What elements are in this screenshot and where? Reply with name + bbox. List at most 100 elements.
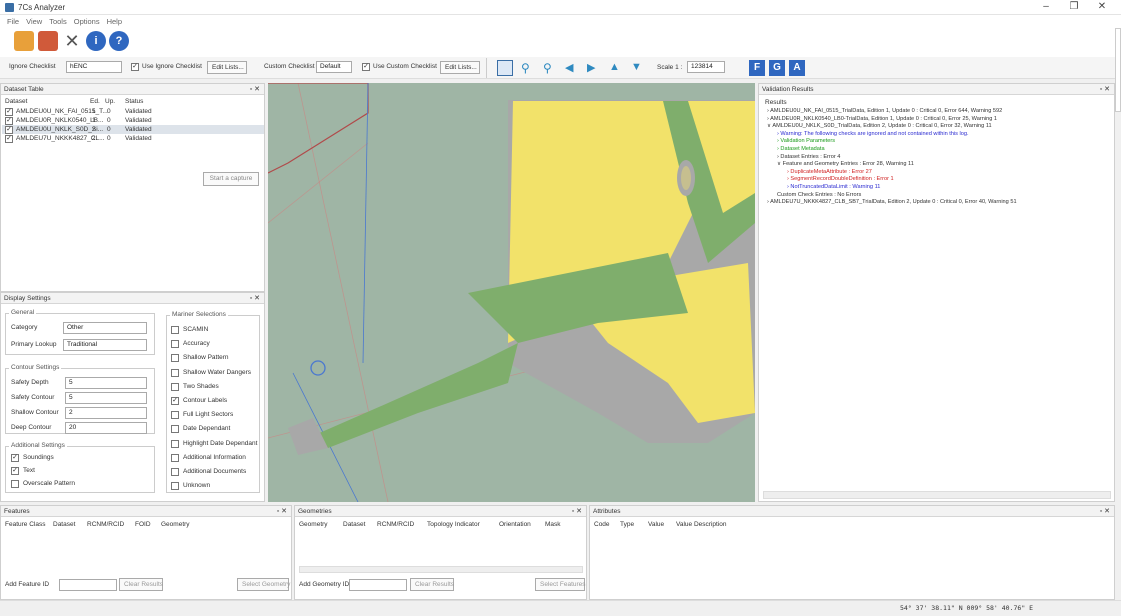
col-orientation[interactable]: Orientation: [499, 521, 531, 528]
results-root[interactable]: Results: [765, 99, 787, 106]
col-geometry[interactable]: Geometry: [161, 521, 190, 528]
mariner-option-checkbox[interactable]: [171, 453, 179, 462]
contour-field-input[interactable]: 5: [65, 377, 147, 389]
display-base-button[interactable]: F: [749, 60, 765, 76]
display-all-button[interactable]: A: [789, 60, 805, 76]
col-dataset[interactable]: Dataset: [343, 521, 365, 528]
col-feature-class[interactable]: Feature Class: [5, 521, 45, 528]
pan-left-icon[interactable]: ◀: [565, 61, 573, 74]
validation-result-item[interactable]: › AMLDEU0R_NKLK0540_LB0-TrialData, Editi…: [767, 116, 997, 122]
col-type[interactable]: Type: [620, 521, 634, 528]
col-dataset[interactable]: Dataset: [5, 98, 27, 105]
mariner-option-checkbox[interactable]: [171, 326, 179, 334]
col-code[interactable]: Code: [594, 521, 610, 528]
col-geometry[interactable]: Geometry: [299, 521, 328, 528]
pan-up-icon[interactable]: ▲: [609, 61, 620, 73]
clear-results-button[interactable]: Clear Results: [410, 578, 454, 591]
col-status[interactable]: Status: [125, 98, 143, 105]
tools-icon[interactable]: ✕: [62, 31, 82, 51]
help-icon[interactable]: ?: [109, 31, 129, 51]
dataset-name[interactable]: AMLDEU0U_NKLK_S0D_Si...: [16, 126, 103, 133]
add-geometry-input[interactable]: [349, 579, 407, 591]
validation-result-item[interactable]: › AMLDEU0U_NK_FAI_0515_TrialData, Editio…: [767, 108, 1002, 114]
mariner-option-checkbox[interactable]: ✓: [171, 397, 179, 405]
validation-result-item[interactable]: ∨ AMLDEU0U_NKLK_S0D_TrialData, Edition 2…: [767, 123, 992, 129]
panel-float-close-icon[interactable]: ▫ ✕: [250, 85, 260, 93]
select-features-button[interactable]: Select Features: [535, 578, 586, 591]
validation-result-item[interactable]: › AMLDEU7U_NKKK4827_CLB_SB7_TrialData, E…: [767, 199, 1017, 205]
dataset-checkbox[interactable]: ✓: [5, 117, 13, 125]
zoom-in-icon[interactable]: ⚲: [521, 61, 530, 75]
mariner-option-checkbox[interactable]: [171, 425, 179, 434]
menu-tools[interactable]: Tools: [49, 17, 67, 26]
open-file-icon[interactable]: [38, 31, 58, 51]
category-select[interactable]: Other: [63, 322, 147, 334]
info-icon[interactable]: i: [86, 31, 106, 51]
menu-options[interactable]: Options: [74, 17, 100, 26]
scale-select[interactable]: 123814: [687, 61, 725, 73]
col-value-description[interactable]: Value Description: [676, 521, 726, 528]
maximize-button[interactable]: ❐: [1064, 1, 1084, 13]
close-button[interactable]: ✕: [1092, 1, 1112, 13]
dataset-name[interactable]: AMLDEU0R_NKLK0540_LB...: [16, 117, 103, 124]
validation-result-item[interactable]: › Validation Parameters: [777, 138, 835, 144]
panel-float-close-icon[interactable]: ▫ ✕: [572, 507, 582, 515]
contour-field-input[interactable]: 5: [65, 392, 147, 404]
zoom-out-icon[interactable]: ⚲: [543, 61, 552, 75]
chart-view[interactable]: [268, 83, 755, 502]
display-standard-button[interactable]: G: [769, 60, 785, 76]
edit-lists-button-2[interactable]: Edit Lists...: [440, 61, 480, 74]
zoom-extent-icon[interactable]: [497, 60, 513, 76]
panel-float-close-icon[interactable]: ▫ ✕: [277, 507, 287, 515]
ignore-checklist-select[interactable]: hENC: [66, 61, 122, 73]
menu-file[interactable]: File: [7, 17, 19, 26]
mariner-option-checkbox[interactable]: [171, 368, 179, 377]
col-topology-indicator[interactable]: Topology Indicator: [427, 521, 480, 528]
mariner-option-checkbox[interactable]: [171, 411, 179, 420]
validation-result-item[interactable]: › Dataset Metadata: [777, 146, 825, 152]
use-ignore-checkbox[interactable]: ✓: [131, 63, 139, 71]
additional-option-checkbox[interactable]: [11, 480, 19, 488]
col-value[interactable]: Value: [648, 521, 664, 528]
validation-result-item[interactable]: › NotTruncatedDataLimit : Warning 11: [787, 184, 880, 190]
col-rcnm-rcid[interactable]: RCNM/RCID: [87, 521, 124, 528]
custom-checklist-select[interactable]: Default: [316, 61, 352, 73]
mariner-option-checkbox[interactable]: [171, 468, 179, 476]
contour-field-input[interactable]: 2: [65, 407, 147, 419]
select-geometry-button[interactable]: Select Geometry: [237, 578, 290, 591]
validation-result-item[interactable]: › Warning: The following checks are igno…: [777, 131, 969, 137]
col-up[interactable]: Up.: [105, 98, 115, 105]
dataset-checkbox[interactable]: ✓: [5, 108, 13, 116]
panel-float-close-icon[interactable]: ▫ ✕: [1100, 85, 1110, 93]
primary-lookup-select[interactable]: Traditional: [63, 339, 147, 351]
validation-result-item[interactable]: › DuplicateMetaAttribute : Error 27: [787, 169, 872, 175]
minimize-button[interactable]: –: [1036, 1, 1056, 13]
mariner-option-checkbox[interactable]: [171, 482, 179, 491]
col-ed[interactable]: Ed.: [90, 98, 100, 105]
validation-result-item[interactable]: › Dataset Entries : Error 4: [777, 154, 840, 160]
open-folder-icon[interactable]: [14, 31, 34, 51]
mariner-option-checkbox[interactable]: [171, 340, 179, 349]
col-rcnm-rcid[interactable]: RCNM/RCID: [377, 521, 414, 528]
horizontal-scrollbar[interactable]: [763, 491, 1111, 499]
additional-option-checkbox[interactable]: ✓: [11, 454, 19, 462]
clear-results-button[interactable]: Clear Results: [119, 578, 163, 591]
contour-field-input[interactable]: 20: [65, 422, 147, 434]
horizontal-scrollbar[interactable]: [299, 566, 583, 573]
menu-help[interactable]: Help: [107, 17, 122, 26]
panel-float-close-icon[interactable]: ▫ ✕: [250, 294, 260, 302]
pan-down-icon[interactable]: ▼: [631, 61, 642, 73]
start-capture-button[interactable]: Start a capture: [203, 172, 259, 186]
pan-right-icon[interactable]: ▶: [587, 61, 595, 74]
mariner-option-checkbox[interactable]: [171, 439, 179, 448]
dataset-checkbox[interactable]: ✓: [5, 126, 13, 134]
additional-option-checkbox[interactable]: ✓: [11, 467, 19, 475]
mariner-option-checkbox[interactable]: [171, 354, 179, 363]
menu-view[interactable]: View: [26, 17, 42, 26]
col-foid[interactable]: FOID: [135, 521, 151, 528]
side-dock-strip[interactable]: [1115, 28, 1121, 112]
validation-result-item[interactable]: ∨ Feature and Geometry Entries : Error 2…: [777, 161, 914, 167]
validation-result-item[interactable]: Custom Check Entries : No Errors: [777, 192, 861, 198]
dataset-checkbox[interactable]: ✓: [5, 135, 13, 143]
edit-lists-button[interactable]: Edit Lists...: [207, 61, 247, 74]
